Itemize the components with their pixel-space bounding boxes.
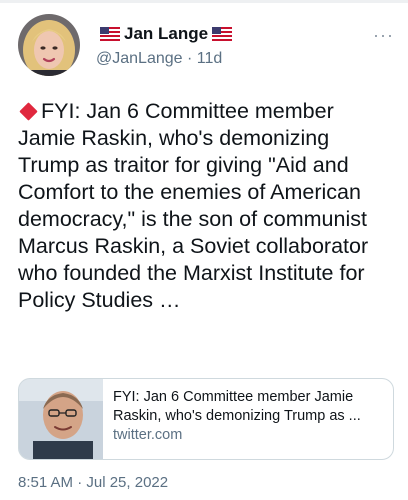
us-flag-icon [212,27,233,41]
card-domain: twitter.com [113,427,183,443]
tweet-timestamp[interactable]: 8:51 AM · Jul 25, 2022 [18,474,168,491]
avatar[interactable] [18,14,80,76]
card-title-line-1: FYI: Jan 6 Committee member Jamie [113,389,354,405]
author-name-row[interactable]: Jan Lange [96,24,236,44]
time-ago[interactable]: 11d [197,50,223,67]
tweet[interactable]: Jan Lange @JanLange · 11d ··· FYI: Jan 6… [0,0,408,500]
us-flag-icon [100,27,120,41]
red-diamond-icon [19,102,38,121]
card-text: FYI: Jan 6 Committee member Jamie Raskin… [113,388,385,445]
card-thumbnail [19,379,103,459]
more-options-icon[interactable]: ··· [373,26,394,44]
author-display-name[interactable]: Jan Lange [124,24,208,44]
tweet-text: FYI: Jan 6 Committee member Jamie Raskin… [18,99,369,312]
author-handle-row: @JanLange · 11d [96,50,222,68]
top-divider [0,0,408,3]
author-handle[interactable]: @JanLange [96,50,183,67]
card-title-line-2: Raskin, who's demonizing Trump as ... [113,408,361,424]
card-thumbnail-portrait [19,379,103,459]
handle-separator: · [182,50,197,67]
tweet-header: Jan Lange @JanLange · 11d ··· [18,14,394,78]
tweet-text-block: FYI: Jan 6 Committee member Jamie Raskin… [18,98,396,314]
link-preview-card[interactable]: FYI: Jan 6 Committee member Jamie Raskin… [18,378,394,460]
avatar-portrait [18,14,80,76]
